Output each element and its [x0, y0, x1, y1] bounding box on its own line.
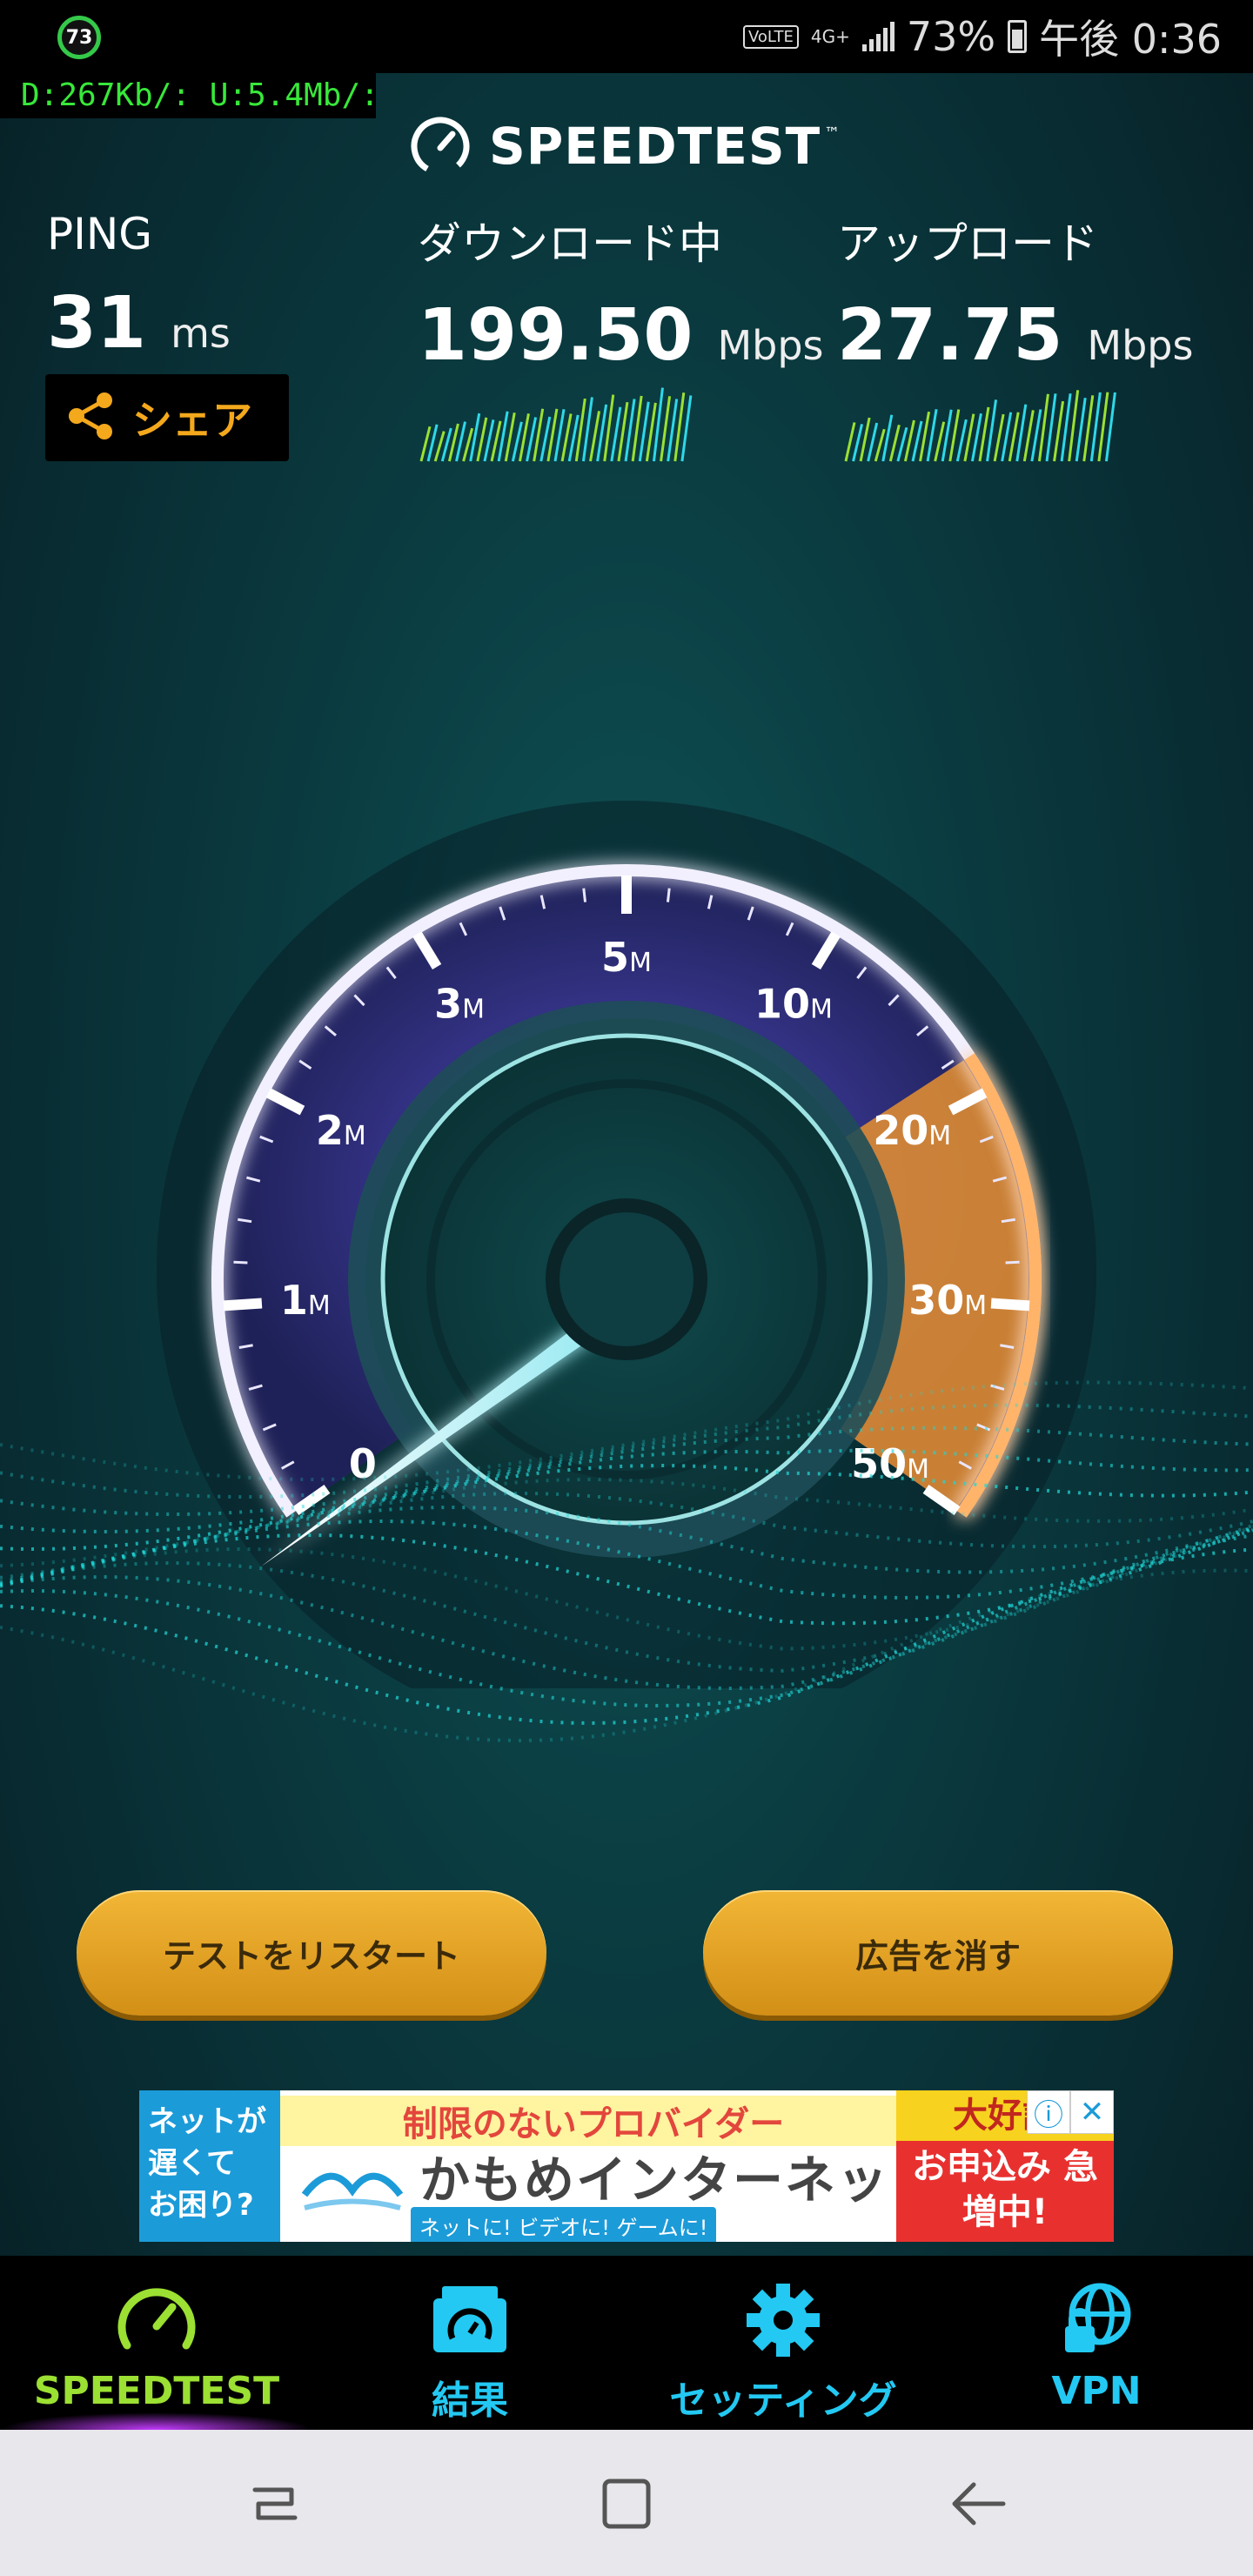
- upload-graph: [844, 390, 1116, 462]
- remove-ads-button[interactable]: 広告を消す: [703, 1890, 1173, 2016]
- bottom-nav: SPEEDTEST 結果 セッティング VPN: [0, 2256, 1253, 2430]
- share-icon: [64, 390, 117, 446]
- wave-line: [0, 1403, 1253, 1499]
- download-value: 199.50: [418, 294, 694, 377]
- gauge-minor-tick: [233, 1260, 248, 1265]
- upload-value: 27.75: [837, 294, 1063, 377]
- ping-value-row: 31 ms: [47, 282, 231, 365]
- gauge-major-tick: [990, 1298, 1030, 1311]
- back-button[interactable]: [943, 2473, 1013, 2534]
- active-indicator: [0, 2412, 313, 2430]
- volte-indicator: VoLTE: [742, 24, 799, 49]
- notification-badge: 73: [57, 16, 101, 59]
- status-bar: 73 VoLTE 4G+ 73% 午後 0:36: [0, 0, 1253, 73]
- download-graph: [419, 387, 693, 462]
- nav-settings[interactable]: セッティング: [626, 2256, 940, 2430]
- ad-banner[interactable]: ネットが 遅くて お困り? 制限のないプロバイダー かもめインターネット ネット…: [139, 2090, 1114, 2242]
- nav-label: SPEEDTEST: [33, 2369, 280, 2413]
- wave-line: [0, 1380, 1253, 1482]
- network-type: 4G+: [810, 26, 850, 47]
- wave-line: [0, 1519, 1253, 1600]
- share-label: シェア: [132, 397, 252, 444]
- info-icon[interactable]: ⓘ: [1027, 2090, 1070, 2134]
- gear-icon: [740, 2277, 827, 2364]
- ad-brand: かもめインターネット: [419, 2150, 942, 2210]
- ad-controls: ⓘ ✕: [1027, 2090, 1114, 2134]
- restart-test-button[interactable]: テストをリスタート: [77, 1890, 546, 2016]
- seagull-logo-icon: [301, 2172, 404, 2210]
- gauge-major-tick: [223, 1298, 263, 1311]
- nav-speedtest[interactable]: SPEEDTEST: [0, 2256, 313, 2430]
- ad-cta-text: お申込み 急増中!: [912, 2147, 1098, 2232]
- wave-line: [0, 1448, 1253, 1534]
- upload-stat: アップロード 27.75 Mbps: [837, 209, 1193, 377]
- ping-label: PING: [47, 209, 153, 259]
- download-value-row: 199.50 Mbps: [418, 294, 824, 377]
- ad-subtext: ネットに! ビデオに! ゲームに!: [411, 2207, 717, 2242]
- network-speed-overlay: D:267Kb/: U:5.4Mb/:: [0, 73, 376, 118]
- speedtest-logo-icon: [407, 113, 473, 179]
- gauge-minor-tick: [1005, 1260, 1020, 1265]
- clock: 午後 0:36: [1039, 16, 1222, 63]
- upload-label: アップロード: [837, 218, 1098, 269]
- results-icon: [426, 2277, 513, 2364]
- ping-value: 31: [47, 282, 147, 365]
- wave-decoration: [0, 1380, 1253, 1742]
- status-icons: VoLTE 4G+ 73% 午後 0:36: [742, 9, 1222, 64]
- gauge-minor-tick: [666, 888, 671, 902]
- nav-results[interactable]: 結果: [313, 2256, 626, 2430]
- system-nav-bar: [0, 2430, 1253, 2576]
- ping-unit: ms: [171, 310, 231, 357]
- ping-stat: PING 31 ms: [47, 209, 231, 365]
- trademark: ™: [824, 124, 841, 143]
- nav-vpn[interactable]: VPN: [940, 2256, 1253, 2430]
- close-icon[interactable]: ✕: [1070, 2090, 1114, 2134]
- wave-line: [0, 1547, 1253, 1725]
- share-button[interactable]: シェア: [45, 374, 289, 461]
- signal-icon: [861, 22, 895, 51]
- nav-label: セッティング: [669, 2378, 897, 2423]
- upload-value-row: 27.75 Mbps: [837, 294, 1193, 377]
- battery-percent: 73%: [906, 13, 996, 60]
- gauge-minor-tick: [582, 888, 587, 902]
- brand-name: SPEEDTEST: [489, 117, 821, 176]
- ad-left-text: ネットが 遅くて お困り?: [139, 2090, 280, 2242]
- wave-line: [0, 1463, 1253, 1552]
- battery-icon: [1008, 20, 1028, 53]
- download-stat: ダウンロード中 199.50 Mbps: [418, 209, 824, 377]
- speedometer-icon: [113, 2277, 200, 2364]
- recent-apps-button[interactable]: [240, 2473, 310, 2534]
- download-unit: Mbps: [717, 322, 824, 369]
- vpn-icon: [1053, 2277, 1140, 2364]
- home-button[interactable]: [592, 2473, 661, 2534]
- download-label: ダウンロード中: [418, 218, 722, 269]
- nav-label: VPN: [1051, 2369, 1142, 2413]
- nav-label: 結果: [432, 2378, 508, 2423]
- wave-line: [0, 1478, 1253, 1568]
- upload-unit: Mbps: [1087, 322, 1194, 369]
- speedtest-brand: SPEEDTEST ™: [407, 111, 840, 181]
